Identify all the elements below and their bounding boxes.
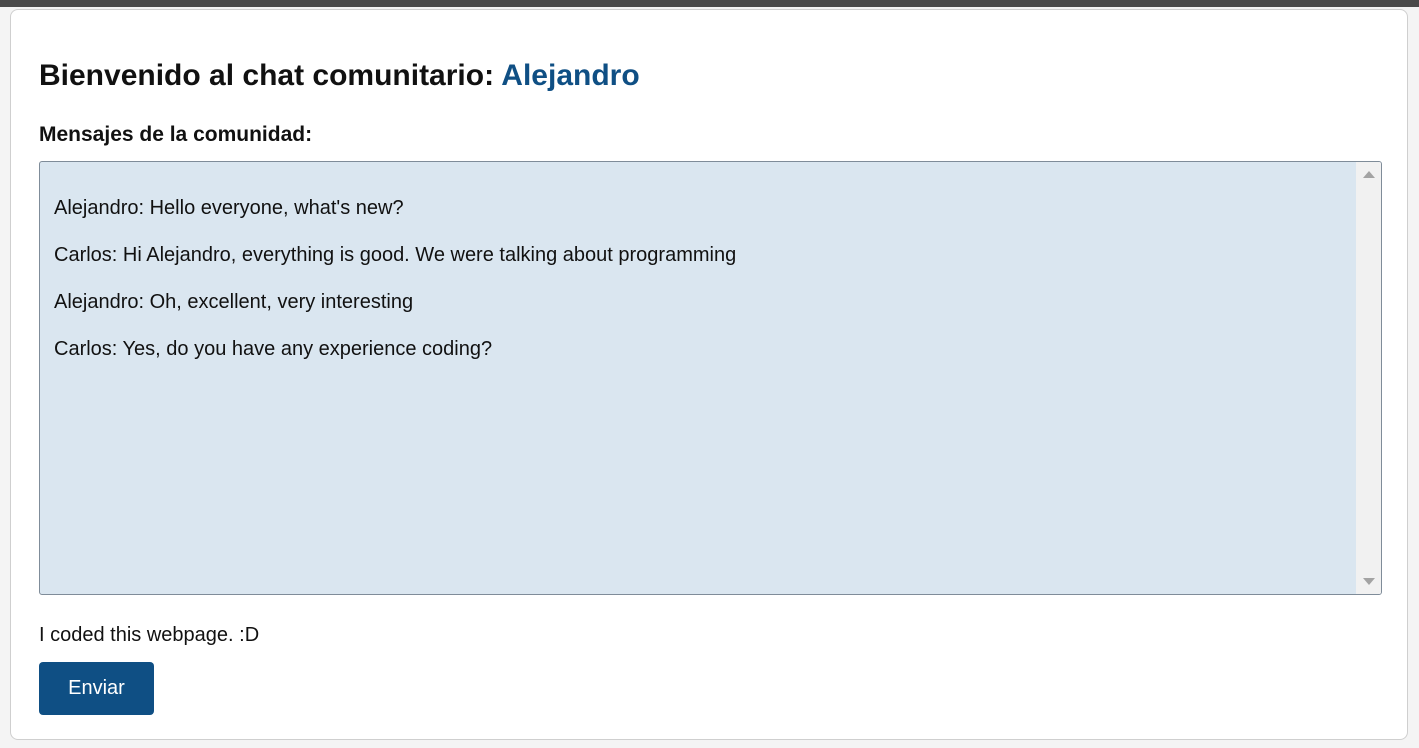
chat-card: Bienvenido al chat comunitario: Alejandr… xyxy=(10,9,1408,740)
send-button[interactable]: Enviar xyxy=(39,662,154,715)
message-item: Alejandro: Oh, excellent, very interesti… xyxy=(54,291,414,313)
messages-list: Alejandro: Hello everyone, what's new? C… xyxy=(54,196,1353,384)
message-item: Alejandro: Hello everyone, what's new? xyxy=(54,197,404,219)
messages-scrollbar[interactable] xyxy=(1356,162,1381,594)
message-item: Carlos: Hi Alejandro, everything is good… xyxy=(54,244,737,266)
message-input[interactable] xyxy=(39,620,739,650)
message-item: Carlos: Yes, do you have any experience … xyxy=(54,338,493,360)
browser-top-bar xyxy=(0,0,1419,7)
scroll-down-arrow-icon[interactable] xyxy=(1363,578,1375,585)
messages-box[interactable]: Alejandro: Hello everyone, what's new? C… xyxy=(39,161,1382,595)
username: Alejandro xyxy=(501,59,640,92)
welcome-text: Bienvenido al chat comunitario: xyxy=(39,59,502,92)
scroll-up-arrow-icon[interactable] xyxy=(1363,171,1375,178)
messages-section-label: Mensajes de la comunidad: xyxy=(39,123,313,146)
page-title: Bienvenido al chat comunitario: Alejandr… xyxy=(39,58,640,94)
